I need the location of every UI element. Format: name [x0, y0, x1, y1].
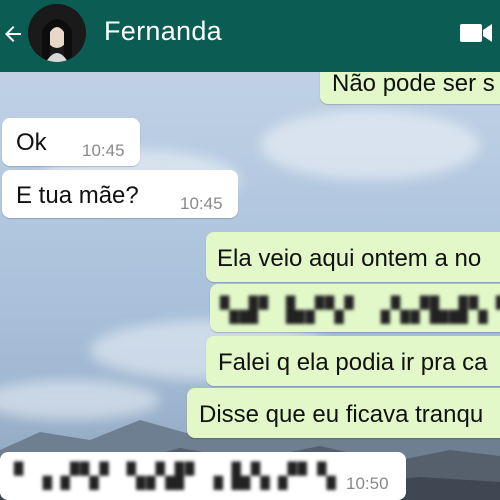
message-time: 10:45: [180, 194, 223, 213]
message-outgoing-redacted[interactable]: ▚▟▘ ▙▞▚▘ ▗▚▞▙▟▚ ▘▙▞▚▗▚▟: [210, 284, 500, 332]
video-camera-icon: [460, 24, 492, 42]
message-outgoing[interactable]: Falei q ela podia ir pra ca: [206, 336, 500, 386]
arrow-left-icon: [5, 26, 21, 42]
message-text: Ela veio aqui ontem a no: [217, 245, 482, 272]
back-button[interactable]: [0, 14, 26, 54]
message-incoming[interactable]: Ok 10:45: [2, 118, 140, 166]
message-incoming[interactable]: E tua mãe? 10:45: [2, 170, 238, 218]
chat-header: Fernanda: [0, 0, 500, 72]
contact-name[interactable]: Fernanda: [104, 16, 222, 47]
message-text: Não pode ser s: [332, 70, 495, 97]
message-time: 10:45: [82, 141, 125, 160]
message-outgoing[interactable]: Ela veio aqui ontem a no: [206, 232, 500, 282]
contact-avatar[interactable]: [28, 4, 86, 62]
message-text: ▚▟▘ ▙▞▚▘ ▗▚▞▙▟▚ ▘▙▞▚▗▚▟: [220, 297, 500, 324]
message-text: Disse que eu ficava tranqu: [199, 401, 484, 428]
video-call-button[interactable]: [460, 22, 494, 44]
message-text: ▘▗ ▞▚▘ ▚▞▟▘▗ ▙▚ ▞▘▚: [14, 463, 337, 490]
message-text: Falei q ela podia ir pra ca: [218, 349, 488, 376]
message-text: E tua mãe?: [16, 182, 139, 209]
message-time: 10:50: [346, 474, 389, 493]
message-outgoing[interactable]: Disse que eu ficava tranqu: [187, 388, 500, 438]
message-text: Ok: [16, 129, 47, 156]
message-incoming-redacted[interactable]: ▘▗ ▞▚▘ ▚▞▟▘▗ ▙▚ ▞▘▚ 10:50: [0, 452, 406, 500]
